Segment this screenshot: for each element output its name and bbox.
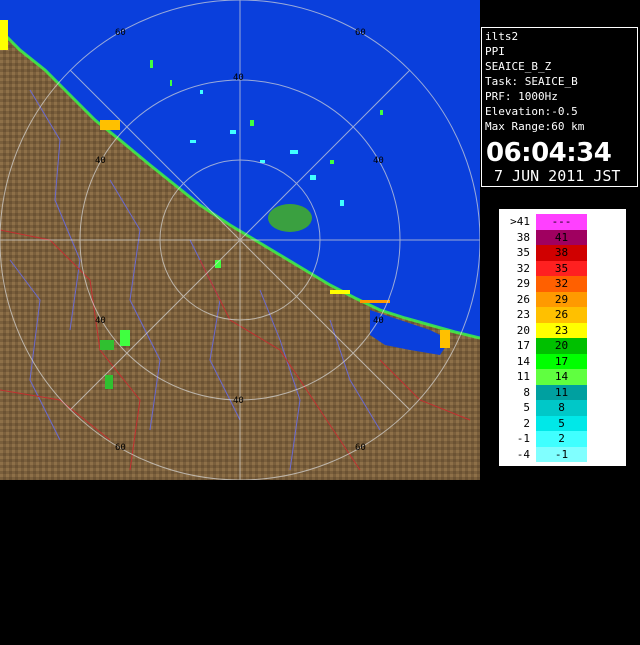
scan-time: 06:04:34: [486, 138, 612, 168]
legend-swatch: 29: [536, 291, 587, 307]
ring-label: 60: [115, 443, 126, 453]
legend-high-value: 23: [554, 323, 569, 337]
radar-info-panel: ilts2 PPI SEAICE_B_Z Task: SEAICE_B PRF:…: [481, 27, 638, 187]
legend-title: Reflectivity in dBZ: [601, 514, 614, 640]
legend-low-value: >41: [510, 215, 530, 228]
legend-high-value: 14: [554, 370, 569, 383]
ring-label: 60: [355, 443, 366, 453]
legend-swatch: 8: [536, 400, 587, 416]
legend-swatch: 11: [536, 384, 587, 400]
ring-label: 40: [233, 73, 244, 83]
scan-type: PPI: [485, 45, 505, 58]
legend-high-value: ---: [551, 215, 572, 228]
legend-swatch: 23: [536, 322, 587, 338]
ring-label: 40: [373, 316, 384, 326]
legend-high-value: 20: [554, 339, 569, 352]
legend-high-value: 29: [554, 292, 569, 306]
legend-high-value: 26: [554, 308, 569, 321]
island: [268, 204, 312, 232]
legend-low-value: 20: [516, 323, 530, 337]
svg-text:Reflectivity in dBZ: Reflectivity in dBZ: [601, 514, 614, 640]
ring-label: 40: [95, 156, 106, 166]
ring-label: 60: [115, 28, 126, 38]
legend-low-value: 11: [516, 370, 530, 383]
legend-low-value: 8: [523, 385, 530, 399]
legend-high-value: -1: [554, 447, 569, 461]
legend-low-value: 35: [516, 246, 530, 259]
legend-swatch: 38: [536, 245, 587, 261]
legend-high-value: 17: [554, 354, 569, 368]
legend-low-value: 32: [516, 261, 530, 275]
legend-swatch: 41: [536, 229, 587, 245]
legend-high-value: 5: [558, 416, 565, 430]
ring-label: 40: [95, 316, 106, 326]
reflectivity-legend: Reflectivity in dBZ >41 --- 38 41 35 38 32 35 29…: [499, 209, 626, 640]
legend-low-value: 5: [523, 401, 530, 414]
legend-low-value: 14: [516, 354, 530, 368]
legend-low-value: -4: [516, 447, 530, 461]
legend-low-value: 2: [523, 416, 530, 430]
legend-low-value: 38: [516, 230, 530, 244]
legend-high-value: 41: [554, 230, 569, 244]
legend-high-value: 38: [554, 246, 569, 259]
legend-high-value: 2: [558, 432, 565, 445]
legend-swatch: -1: [536, 446, 587, 462]
legend-swatch: 17: [536, 353, 587, 369]
ring-label: 40: [233, 396, 244, 406]
scan-date: 7 JUN 2011 JST: [494, 167, 621, 185]
legend-swatch: ---: [536, 214, 587, 230]
legend-swatch: 35: [536, 260, 587, 276]
task-name: Task: SEAICE_B: [485, 75, 578, 88]
legend-low-value: 29: [516, 277, 530, 290]
ring-label: 60: [355, 28, 366, 38]
legend-low-value: 26: [516, 292, 530, 306]
legend-swatch: 32: [536, 276, 587, 292]
legend-high-value: 35: [554, 261, 569, 275]
legend-high-value: 11: [554, 385, 569, 399]
legend-high-value: 8: [558, 401, 565, 414]
legend-high-value: 32: [554, 277, 569, 290]
elevation-value: Elevation:-0.5: [485, 105, 578, 118]
site-name: ilts2: [485, 30, 519, 43]
range-rings: [0, 0, 480, 480]
legend-low-value: -1: [516, 432, 530, 445]
prf-value: PRF: 1000Hz: [485, 90, 558, 103]
ring-label: 40: [373, 156, 384, 166]
legend-swatch: 26: [536, 307, 587, 323]
legend-swatch: 5: [536, 415, 587, 431]
legend-swatch: 14: [536, 369, 587, 385]
legend-low-value: 23: [516, 308, 530, 321]
legend-low-value: 17: [516, 339, 530, 352]
product-name: SEAICE_B_Z: [485, 60, 552, 73]
max-range: Max Range:60 km: [485, 120, 585, 133]
legend-swatch: 2: [536, 431, 587, 447]
legend-swatch: 20: [536, 338, 587, 354]
radar-ppi-display: 60 60 40 40 40 40 40 40 60 60: [0, 0, 480, 480]
